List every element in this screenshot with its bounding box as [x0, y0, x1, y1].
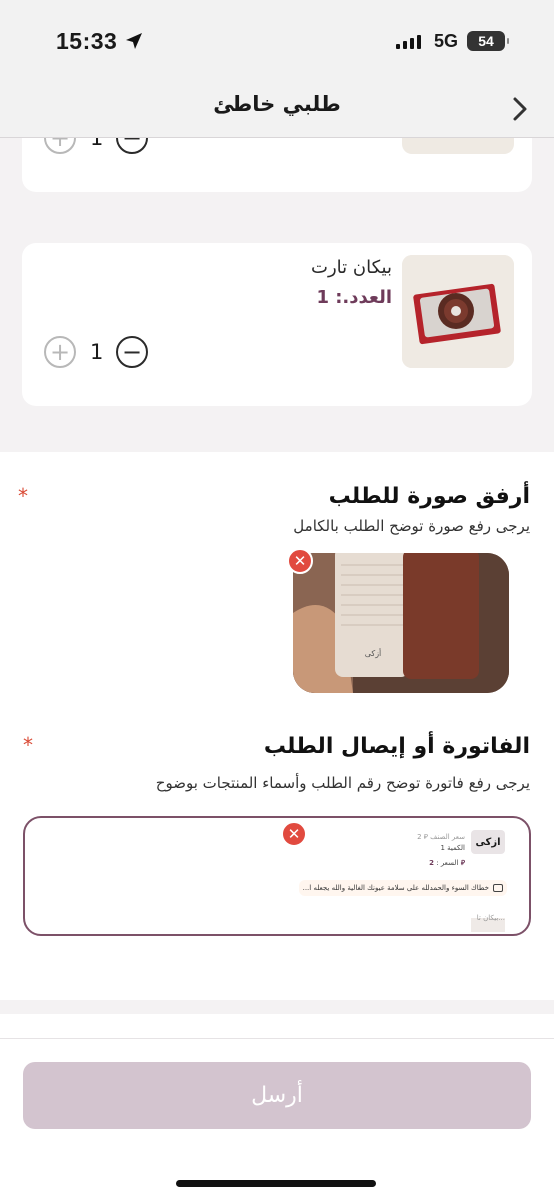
- order-item-card: بيكان تارت العدد.: 1 + 1 −: [22, 243, 532, 406]
- back-chevron-icon[interactable]: [512, 96, 528, 122]
- remove-invoice-button[interactable]: ✕: [281, 821, 307, 847]
- uploaded-invoice-image[interactable]: ازكى 2 ⃁ سعر الصنف الكمية 1 السعر : 2 ⃁ …: [23, 816, 531, 936]
- message-icon: [493, 884, 503, 892]
- invoice-section-subtitle: يرجى رفع فاتورة توضح رقم الطلب وأسماء ال…: [155, 774, 530, 792]
- tart-box-illustration: [402, 255, 514, 368]
- invoice-section-title: الفاتورة أو إيصال الطلب: [263, 734, 530, 759]
- footer-divider: [0, 1038, 554, 1039]
- page-title: طلبي خاطئ: [213, 92, 341, 116]
- status-bar: 15:33 5G 54: [0, 0, 554, 82]
- status-time: 15:33: [56, 28, 118, 54]
- send-button[interactable]: أرسل: [23, 1062, 531, 1129]
- photo-section-title: أرفق صورة للطلب: [328, 484, 530, 509]
- receipt-item-price: 2 ⃁ سعر الصنف: [417, 833, 465, 841]
- signal-icon: [396, 35, 421, 49]
- quantity-value: 1: [90, 340, 104, 364]
- required-mark: *: [23, 733, 33, 757]
- product-name: بيكان تارت: [311, 257, 392, 278]
- nav-header: طلبي خاطئ: [0, 82, 554, 138]
- receipt-price-label: السعر :: [436, 859, 459, 867]
- receipt-note-text: خطاك السوء والحمدلله على سلامة عيونك الغ…: [302, 884, 489, 892]
- receipt-item-count: الكمية 1: [440, 844, 465, 852]
- photo-content: أزكى: [293, 553, 509, 693]
- divider: [0, 1000, 554, 1014]
- receipt-note: خطاك السوء والحمدلله على سلامة عيونك الغ…: [299, 880, 507, 896]
- product-count: العدد.: 1: [316, 287, 392, 308]
- photo-section-subtitle: يرجى رفع صورة توضح الطلب بالكامل: [293, 517, 530, 535]
- decrease-quantity-button[interactable]: −: [116, 336, 148, 368]
- receipt-brand: ازكى: [471, 830, 505, 854]
- uploaded-order-photo[interactable]: أزكى: [293, 553, 509, 693]
- photo-caption: أزكى: [365, 648, 382, 658]
- product-image: [402, 255, 514, 368]
- home-indicator: [176, 1180, 376, 1187]
- receipt-price-line: السعر : 2 ⃁: [429, 858, 465, 867]
- battery-level: 54: [478, 33, 494, 49]
- network-type: 5G: [434, 31, 459, 51]
- quantity-stepper: + 1 −: [44, 336, 148, 368]
- required-mark: *: [18, 484, 28, 508]
- increase-quantity-button[interactable]: +: [44, 336, 76, 368]
- location-arrow-icon: [126, 33, 142, 49]
- remove-photo-button[interactable]: ✕: [287, 548, 313, 574]
- battery-icon: 54: [467, 31, 509, 51]
- receipt-next-item: بيكان تا...: [476, 914, 505, 922]
